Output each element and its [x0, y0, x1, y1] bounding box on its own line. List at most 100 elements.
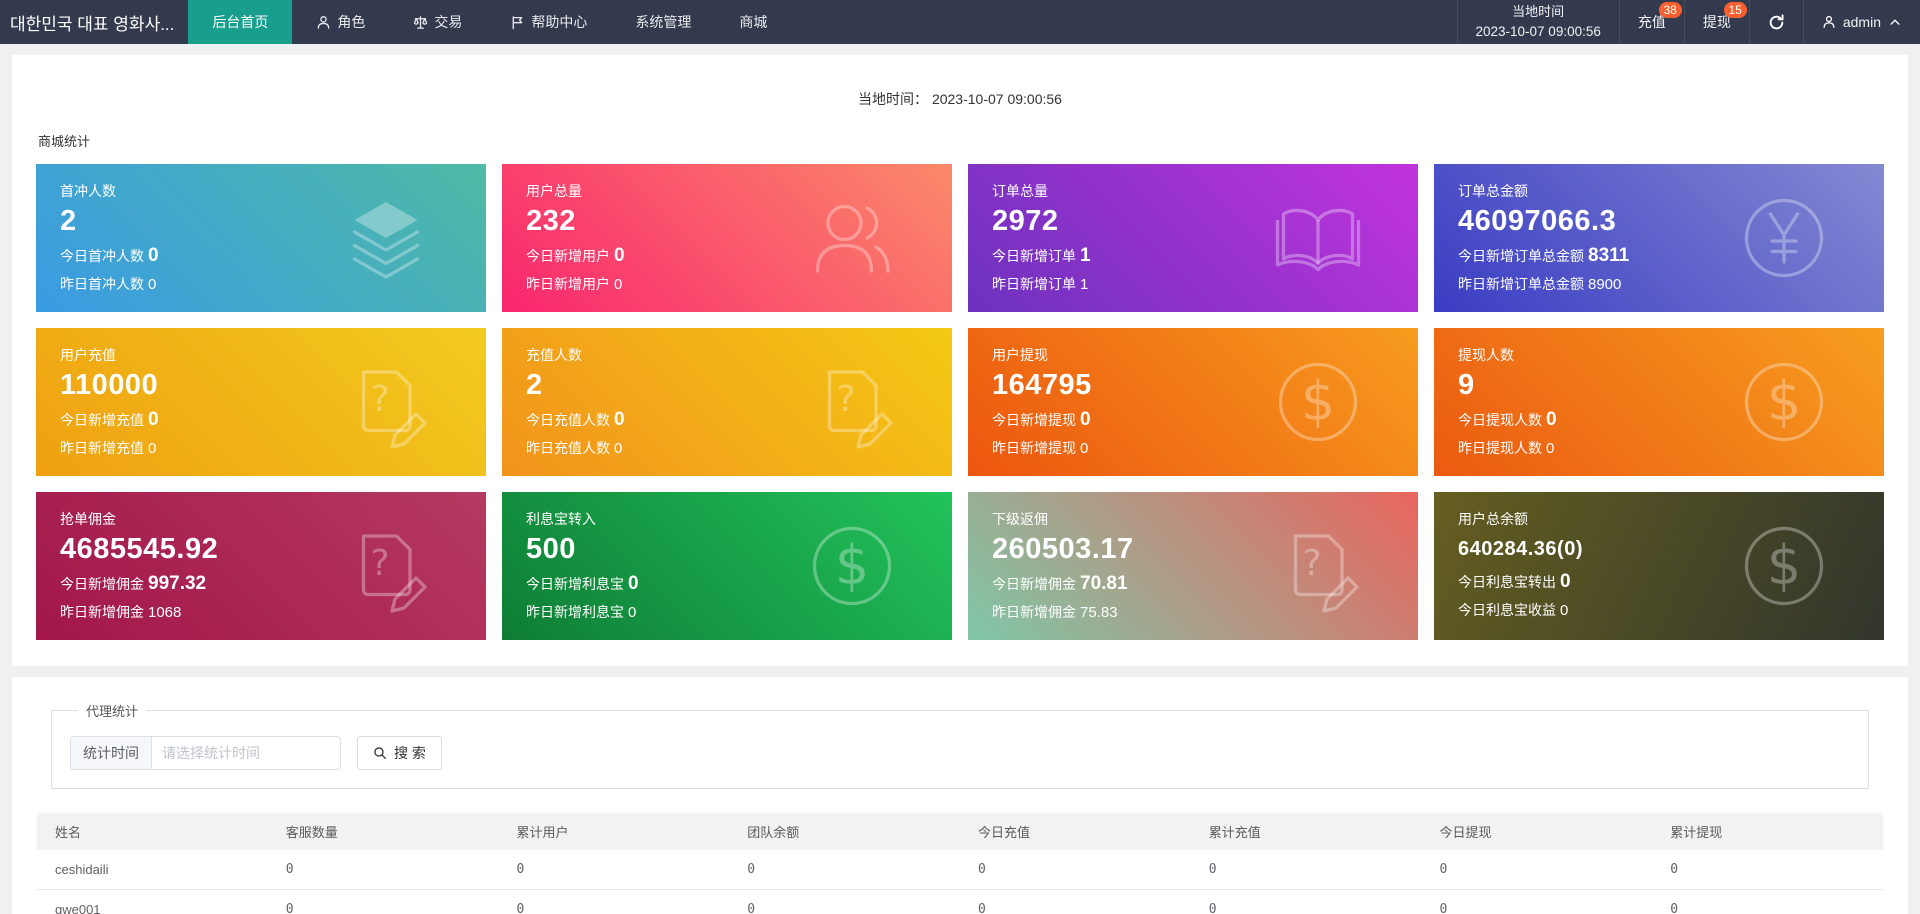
stat-today-label: 今日充值人数 [526, 412, 610, 428]
cell-value: 0 [1421, 850, 1653, 890]
cell-value: 0 [1190, 889, 1422, 914]
cell-value: 0 [498, 889, 730, 914]
scales-icon [413, 15, 428, 30]
cell-value: 0 [267, 850, 499, 890]
stat-yesterday-value: 0 [614, 440, 623, 457]
cell-name: ceshidaili [37, 850, 268, 890]
stat-today-label: 今日新增订单总金额 [1458, 248, 1584, 264]
stat-yesterday-label: 昨日新增用户 [526, 276, 610, 292]
stat-today-label: 今日新增用户 [526, 248, 610, 264]
user-menu[interactable]: admin [1802, 0, 1920, 44]
menu-label: 后台首页 [212, 14, 269, 30]
page-local-time: 当地时间： 2023-10-07 09:00:56 [36, 75, 1884, 131]
stat-today-value: 1 [1080, 245, 1091, 266]
stat-today-label: 今日新增充值 [60, 412, 144, 428]
stat-yesterday-value: 0 [1546, 440, 1555, 457]
users-icon [804, 190, 900, 286]
stat-yesterday-value: 0 [148, 276, 157, 293]
stat-today-value: 997.32 [148, 573, 207, 594]
stat-card-total-orders: 订单总量 2972 今日新增订单 1 昨日新增订单 1 [968, 164, 1418, 312]
stat-yesterday-label: 昨日新增订单总金额 [1458, 276, 1584, 292]
cell-value: 0 [267, 889, 499, 914]
local-time-value: 2023-10-07 09:00:56 [1475, 23, 1601, 39]
cell-value: 0 [729, 889, 960, 914]
stat-time-label: 统计时间 [70, 736, 151, 770]
doc-edit-icon [1270, 518, 1366, 614]
cell-value: 0 [729, 850, 960, 890]
stat-time-input[interactable] [151, 736, 341, 770]
stat-yesterday-value: 0 [1080, 440, 1089, 457]
refresh-icon [1768, 14, 1785, 31]
stat-card-first-charge-users: 首冲人数 2 今日首冲人数 0 昨日首冲人数 0 [36, 164, 486, 312]
stat-yesterday-value: 8900 [1588, 276, 1622, 293]
stat-today-label: 今日新增佣金 [60, 576, 144, 592]
book-icon [1270, 190, 1366, 286]
flag-icon [510, 15, 525, 30]
menu-item-roles[interactable]: 角色 [292, 0, 389, 44]
stat-yesterday-value: 1 [1080, 276, 1089, 293]
stat-yesterday-label: 今日利息宝收益 [1458, 602, 1556, 618]
dollar-circle-icon [804, 518, 900, 614]
agent-stats-fieldset: 代理统计 统计时间 搜 索 [51, 701, 1869, 789]
stat-card-sub-commission: 下级返佣 260503.17 今日新增佣金 70.81 昨日新增佣金 75.83 [968, 492, 1418, 640]
local-time-block: 当地时间 2023-10-07 09:00:56 [1456, 0, 1619, 44]
cell-value: 0 [1652, 850, 1883, 890]
mall-stats-panel: 当地时间： 2023-10-07 09:00:56 商城统计 首冲人数 2 今日… [12, 55, 1908, 666]
agent-filter-form: 统计时间 搜 索 [70, 736, 1850, 770]
stat-yesterday-label: 昨日新增提现 [992, 440, 1076, 456]
page-local-time-value: 2023-10-07 09:00:56 [931, 91, 1062, 107]
stat-yesterday-value: 0 [628, 604, 637, 621]
dollar-circle-icon [1736, 354, 1832, 450]
layers-icon [338, 190, 434, 286]
menu-item-system[interactable]: 系统管理 [611, 0, 715, 44]
main-menu: 后台首页 角色 交易 帮助中心 系统管理 商城 [188, 0, 791, 44]
stat-today-value: 0 [1560, 571, 1571, 592]
dollar-circle-icon [1736, 518, 1832, 614]
agent-table-header-row: 姓名 客服数量 累计用户 团队余额 今日充值 累计充值 今日提现 累计提现 [37, 813, 1883, 850]
doc-edit-icon [338, 518, 434, 614]
col-team-balance: 团队余额 [729, 813, 960, 850]
search-button[interactable]: 搜 索 [357, 736, 442, 770]
stat-today-value: 0 [1546, 409, 1557, 430]
menu-item-trade[interactable]: 交易 [389, 0, 486, 44]
col-name: 姓名 [37, 813, 268, 850]
username: admin [1842, 14, 1881, 30]
menu-item-home[interactable]: 后台首页 [188, 0, 293, 44]
stat-yesterday-value: 0 [614, 276, 623, 293]
stat-card-recharge-users: 充值人数 2 今日充值人数 0 昨日充值人数 0 [502, 328, 952, 476]
stat-card-order-commission: 抢单佣金 4685545.92 今日新增佣金 997.32 昨日新增佣金 1068 [36, 492, 486, 640]
stat-card-user-recharge: 用户充值 110000 今日新增充值 0 昨日新增充值 0 [36, 328, 486, 476]
stat-yesterday-label: 昨日新增佣金 [992, 604, 1076, 620]
withdraw-button[interactable]: 提现 15 [1683, 0, 1749, 44]
chevron-up-icon [1888, 15, 1902, 29]
recharge-button[interactable]: 充值 38 [1618, 0, 1684, 44]
menu-label: 交易 [434, 14, 463, 30]
col-total-recharge: 累计充值 [1190, 813, 1422, 850]
menu-label: 商城 [739, 14, 768, 30]
brand-title: 대한민국 대표 영화사... [10, 14, 175, 34]
stat-card-user-withdraw: 用户提现 164795 今日新增提现 0 昨日新增提现 0 [968, 328, 1418, 476]
stat-today-value: 0 [628, 573, 639, 594]
stat-yesterday-label: 昨日充值人数 [526, 440, 610, 456]
stat-today-value: 0 [614, 245, 625, 266]
stat-today-value: 70.81 [1080, 573, 1128, 594]
table-row: qwe001 0 0 0 0 0 0 0 [37, 889, 1883, 914]
doc-edit-icon [804, 354, 900, 450]
cell-name: qwe001 [37, 889, 268, 914]
menu-item-mall[interactable]: 商城 [715, 0, 791, 44]
col-total-users: 累计用户 [498, 813, 730, 850]
stat-yesterday-value: 0 [148, 440, 157, 457]
cell-value: 0 [960, 889, 1191, 914]
agent-stats-legend: 代理统计 [86, 704, 139, 719]
stat-yesterday-label: 昨日新增充值 [60, 440, 144, 456]
local-time-label: 当地时间 [1512, 3, 1565, 19]
stat-today-value: 0 [614, 409, 625, 430]
stat-today-value: 8311 [1588, 245, 1630, 266]
stat-today-value: 0 [148, 409, 159, 430]
refresh-button[interactable] [1748, 0, 1803, 44]
stat-card-interest-transfer-in: 利息宝转入 500 今日新增利息宝 0 昨日新增利息宝 0 [502, 492, 952, 640]
stat-today-label: 今日新增利息宝 [526, 576, 624, 592]
search-icon [373, 746, 387, 760]
stat-yesterday-label: 昨日提现人数 [1458, 440, 1542, 456]
menu-item-help-center[interactable]: 帮助中心 [486, 0, 611, 44]
